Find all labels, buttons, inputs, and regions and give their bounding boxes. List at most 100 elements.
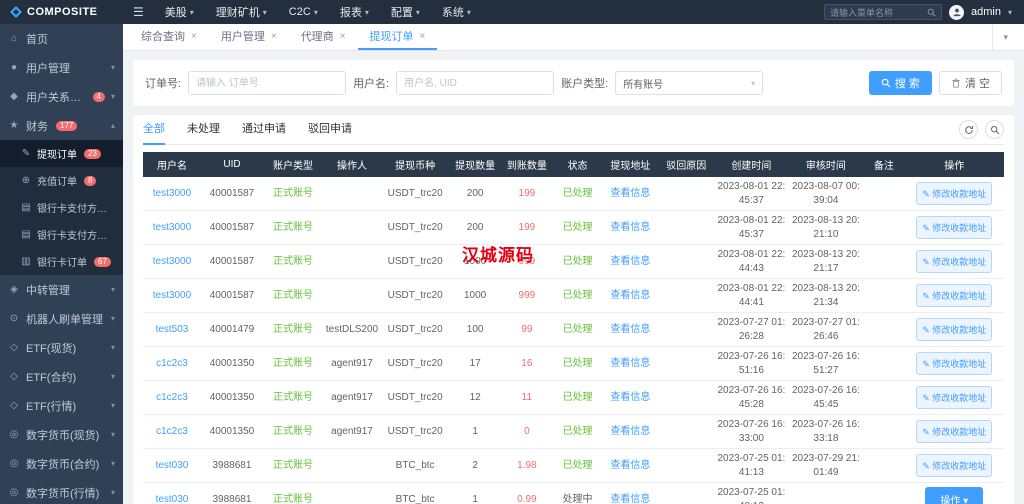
username-link[interactable]: test3000 (143, 211, 201, 245)
recharge-icon: ⊕ (20, 175, 32, 186)
page-tab[interactable]: 综合查询× (129, 24, 209, 50)
avatar[interactable] (949, 5, 964, 20)
view-address-link[interactable]: 查看信息 (602, 483, 658, 504)
order-number-input[interactable] (188, 71, 346, 95)
username-link[interactable]: test030 (143, 449, 201, 483)
view-address-link[interactable]: 查看信息 (602, 449, 658, 483)
search-icon (927, 8, 936, 17)
view-address-link[interactable]: 查看信息 (602, 211, 658, 245)
sidebar-item-label: 机器人刷单管理 (26, 311, 103, 327)
withdraw-amount-cell: 200 (449, 177, 501, 211)
count-badge: 177 (56, 121, 77, 131)
clear-button[interactable]: 清 空 (939, 71, 1002, 95)
top-menu-item[interactable]: 系统▾ (431, 0, 482, 24)
username-link[interactable]: test3000 (143, 245, 201, 279)
sidebar-item-crypto-spot[interactable]: ◎数字货币(现货)▾ (0, 420, 123, 449)
username-link[interactable]: test3000 (143, 177, 201, 211)
page-tab[interactable]: 代理商× (289, 24, 358, 50)
username-link[interactable]: c1c2c3 (143, 381, 201, 415)
sidebar-item-etf-market[interactable]: ◇ETF(行情)▾ (0, 391, 123, 420)
column-search-button[interactable] (985, 120, 1004, 139)
remark-cell (863, 483, 904, 504)
sidebar-item-etf-contract[interactable]: ◇ETF(合约)▾ (0, 362, 123, 391)
close-icon[interactable]: × (340, 31, 346, 42)
reviewed-time-cell: 2023-07-27 01:26:46 (789, 313, 864, 347)
view-address-link[interactable]: 查看信息 (602, 347, 658, 381)
status-tab[interactable]: 未处理 (187, 115, 220, 145)
sidebar-item-finance[interactable]: ★财务177▴ (0, 111, 123, 140)
top-menu-item[interactable]: 配置▾ (380, 0, 431, 24)
column-header: 账户类型 (263, 152, 323, 177)
sidebar-item-home[interactable]: ⌂首页 (0, 24, 123, 53)
edit-address-button[interactable]: ✎ 修改收款地址 (916, 216, 992, 239)
edit-address-button[interactable]: ✎ 修改收款地址 (916, 250, 992, 273)
header-search-input[interactable]: 请输入菜单名称 (824, 4, 942, 20)
view-address-link[interactable]: 查看信息 (602, 279, 658, 313)
edit-address-button[interactable]: ✎ 修改收款地址 (916, 182, 992, 205)
username-input[interactable] (396, 71, 554, 95)
username-link[interactable]: c1c2c3 (143, 415, 201, 449)
crypto-icon: ◎ (8, 429, 20, 440)
sidebar-item-label: 数字货币(现货) (26, 427, 99, 443)
view-address-link[interactable]: 查看信息 (602, 313, 658, 347)
account-type-cell: 正式账号 (263, 279, 323, 313)
action-dropdown-button[interactable]: 操作 ▾ (925, 487, 983, 504)
sidebar-subitem-bankcard-orders[interactable]: ▥银行卡订单67 (0, 248, 123, 275)
sidebar-subitem-recharge-orders[interactable]: ⊕充值订单8 (0, 167, 123, 194)
sidebar-item-etf-spot[interactable]: ◇ETF(现货)▾ (0, 333, 123, 362)
edit-address-button[interactable]: ✎ 修改收款地址 (916, 284, 992, 307)
search-button[interactable]: 搜 索 (869, 71, 932, 95)
sidebar-item-user-relation-management[interactable]: ◆用户关系管理4▾ (0, 82, 123, 111)
close-icon[interactable]: × (271, 31, 277, 42)
username-link[interactable]: test030 (143, 483, 201, 504)
username-link[interactable]: test503 (143, 313, 201, 347)
status-tab[interactable]: 全部 (143, 115, 165, 145)
card-icon: ▤ (20, 202, 32, 213)
status-tab[interactable]: 驳回申请 (308, 115, 352, 145)
edit-address-button[interactable]: ✎ 修改收款地址 (916, 318, 992, 341)
sidebar-item-user-management[interactable]: ●用户管理▾ (0, 53, 123, 82)
sidebar-item-transfer-management[interactable]: ◈中转管理▾ (0, 275, 123, 304)
top-menu-item[interactable]: C2C▾ (278, 0, 329, 24)
view-address-link[interactable]: 查看信息 (602, 381, 658, 415)
account-type-select[interactable]: 所有账号 ▾ (615, 71, 763, 95)
reject-reason-cell (658, 211, 714, 245)
sidebar-item-crypto-contract[interactable]: ◎数字货币(合约)▾ (0, 449, 123, 478)
username-link[interactable]: c1c2c3 (143, 347, 201, 381)
page-tab[interactable]: 提现订单× (358, 24, 438, 50)
sidebar-item-robot-order-management[interactable]: ⊙机器人刷单管理▾ (0, 304, 123, 333)
page-tab[interactable]: 用户管理× (209, 24, 289, 50)
reviewed-time-cell: 2023-08-13 20:21:17 (789, 245, 864, 279)
sidebar-subitem-bankcard-pay-template[interactable]: ▤银行卡支付方式模板 (0, 194, 123, 221)
refresh-button[interactable] (959, 120, 978, 139)
edit-address-button[interactable]: ✎ 修改收款地址 (916, 420, 992, 443)
chevron-icon: ▾ (111, 92, 115, 101)
status-cell: 已处理 (553, 177, 603, 211)
edit-address-button[interactable]: ✎ 修改收款地址 (916, 454, 992, 477)
top-menu-item[interactable]: 理财矿机▾ (205, 0, 278, 24)
status-tab[interactable]: 通过申请 (242, 115, 286, 145)
sidebar-subitem-bankcard-pay-management[interactable]: ▤银行卡支付方式管理 (0, 221, 123, 248)
status-cell: 已处理 (553, 415, 603, 449)
hamburger-icon[interactable]: ☰ (123, 5, 154, 19)
account-type-cell: 正式账号 (263, 483, 323, 504)
edit-address-button[interactable]: ✎ 修改收款地址 (916, 386, 992, 409)
tabs-overflow-button[interactable]: ▾ (992, 24, 1018, 50)
action-cell: ✎ 修改收款地址 (905, 415, 1004, 449)
top-menu-item[interactable]: 报表▾ (329, 0, 380, 24)
search-icon (881, 78, 891, 88)
coin-cell: BTC_btc (381, 449, 449, 483)
sidebar-subitem-withdraw-orders[interactable]: ✎提现订单23 (0, 140, 123, 167)
username[interactable]: admin (971, 6, 1001, 18)
username-link[interactable]: test3000 (143, 279, 201, 313)
username-label: 用户名: (353, 75, 389, 91)
view-address-link[interactable]: 查看信息 (602, 177, 658, 211)
edit-address-button[interactable]: ✎ 修改收款地址 (916, 352, 992, 375)
view-address-link[interactable]: 查看信息 (602, 415, 658, 449)
column-header: 操作 (905, 152, 1004, 177)
top-menu-item[interactable]: 美股▾ (154, 0, 205, 24)
sidebar-item-crypto-market[interactable]: ◎数字货币(行情)▾ (0, 478, 123, 504)
close-icon[interactable]: × (420, 31, 426, 42)
view-address-link[interactable]: 查看信息 (602, 245, 658, 279)
close-icon[interactable]: × (191, 31, 197, 42)
